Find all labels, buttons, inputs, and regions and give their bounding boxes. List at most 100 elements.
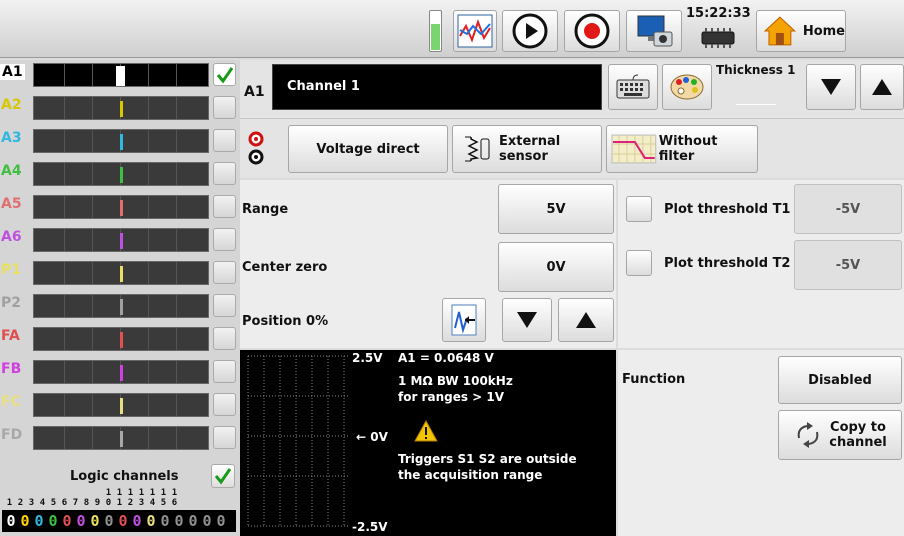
trace-gridline xyxy=(148,64,149,86)
position-down-button[interactable] xyxy=(502,298,552,342)
trace-gridline xyxy=(64,64,65,86)
channel-trace[interactable] xyxy=(33,261,209,285)
channel-row-p1[interactable]: P1 xyxy=(0,258,240,287)
channel-trace[interactable] xyxy=(33,393,209,417)
play-icon xyxy=(512,13,548,49)
position-up-button[interactable] xyxy=(558,298,614,342)
channel-label: FB xyxy=(1,361,22,377)
channel-row-fc[interactable]: FC xyxy=(0,390,240,419)
channel-enable-checkbox[interactable] xyxy=(213,129,236,152)
channel-enable-checkbox[interactable] xyxy=(213,228,236,251)
screenshot-button[interactable] xyxy=(626,10,682,52)
channel-row-fd[interactable]: FD xyxy=(0,423,240,452)
logic-index-units: 5 xyxy=(160,498,167,508)
logic-bit: 0 xyxy=(34,512,44,530)
scale-zero: ← 0V xyxy=(356,430,388,444)
channel-level-marker xyxy=(120,266,123,282)
record-button[interactable] xyxy=(564,10,620,52)
channel-row-p2[interactable]: P2 xyxy=(0,291,240,320)
function-panel: Function Disabled Copy to channel xyxy=(618,350,904,536)
function-value-button[interactable]: Disabled xyxy=(778,356,902,404)
channel-enable-checkbox[interactable] xyxy=(213,261,236,284)
logic-index-units: 0 xyxy=(105,498,112,508)
trace-gridline xyxy=(176,394,177,416)
scale-top: 2.5V xyxy=(352,351,383,365)
logic-index-units: 6 xyxy=(61,498,68,508)
clock-area: 15:22:33 xyxy=(686,4,751,54)
channel-enable-checkbox[interactable] xyxy=(213,96,236,119)
color-palette-button[interactable] xyxy=(662,64,712,110)
checkmark-icon xyxy=(216,66,233,83)
trace-gridline xyxy=(64,295,65,317)
thickness-up-button[interactable] xyxy=(860,64,904,110)
channel-trace[interactable] xyxy=(33,228,209,252)
channel-trace[interactable] xyxy=(33,195,209,219)
channel-row-a1[interactable]: A1 xyxy=(0,60,240,89)
play-button[interactable] xyxy=(502,10,558,52)
channel-level-marker xyxy=(120,431,123,447)
channel-trace[interactable] xyxy=(33,129,209,153)
channel-level-marker xyxy=(120,398,123,414)
channel-enable-checkbox[interactable] xyxy=(213,426,236,449)
channel-row-a4[interactable]: A4 xyxy=(0,159,240,188)
position-reset-button[interactable] xyxy=(442,298,486,342)
trace-gridline xyxy=(64,196,65,218)
channel-trace[interactable] xyxy=(33,294,209,318)
trace-gridline xyxy=(148,196,149,218)
thickness-preview-line xyxy=(736,104,776,105)
trace-gridline xyxy=(64,229,65,251)
home-label: Home xyxy=(802,23,845,39)
channel-trace[interactable] xyxy=(33,360,209,384)
threshold-t1-checkbox[interactable] xyxy=(626,196,652,222)
channel-enable-checkbox[interactable] xyxy=(213,162,236,185)
channel-trace[interactable] xyxy=(33,162,209,186)
trigger-warning-1: Triggers S1 S2 are outside xyxy=(398,452,577,466)
logic-index-tens: 1 xyxy=(127,488,134,498)
keyboard-button[interactable] xyxy=(608,64,658,110)
logic-checkbox[interactable] xyxy=(211,464,235,488)
logic-index-units: 8 xyxy=(83,498,90,508)
channel-trace[interactable] xyxy=(33,96,209,120)
logic-bit: 0 xyxy=(132,512,142,530)
channel-row-a3[interactable]: A3 xyxy=(0,126,240,155)
logic-index-units: 6 xyxy=(171,498,178,508)
channel-trace[interactable] xyxy=(33,63,209,87)
scale-bottom: -2.5V xyxy=(352,520,388,534)
channel-label: FD xyxy=(1,427,23,443)
channel-row-a6[interactable]: A6 xyxy=(0,225,240,254)
channel-level-marker xyxy=(120,101,123,117)
position-label: Position 0% xyxy=(242,314,329,329)
chart-view-button[interactable] xyxy=(453,10,497,52)
external-sensor-button[interactable]: External sensor xyxy=(452,125,602,173)
center-zero-value-button[interactable]: 0V xyxy=(498,242,614,292)
channel-enable-checkbox[interactable] xyxy=(213,195,236,218)
trace-gridline xyxy=(148,130,149,152)
channel-row-fa[interactable]: FA xyxy=(0,324,240,353)
trace-gridline xyxy=(64,427,65,449)
threshold-t2-checkbox[interactable] xyxy=(626,250,652,276)
channel-name-field[interactable]: Channel 1 xyxy=(272,64,602,110)
copy-to-channel-button[interactable]: Copy to channel xyxy=(778,410,902,460)
channel-trace[interactable] xyxy=(33,426,209,450)
channel-row-a2[interactable]: A2 xyxy=(0,93,240,122)
voltage-direct-button[interactable]: Voltage direct xyxy=(288,125,448,173)
channel-row-fb[interactable]: FB xyxy=(0,357,240,386)
channel-row-a5[interactable]: A5 xyxy=(0,192,240,221)
external-sensor-label: External sensor xyxy=(499,134,560,164)
range-value-button[interactable]: 5V xyxy=(498,184,614,234)
channel-trace[interactable] xyxy=(33,327,209,351)
thickness-down-button[interactable] xyxy=(806,64,856,110)
channel-label: FC xyxy=(1,394,21,410)
filter-button[interactable]: Without filter xyxy=(606,125,758,173)
home-button[interactable]: Home xyxy=(756,10,846,52)
channel-enable-checkbox[interactable] xyxy=(213,360,236,383)
channel-enable-checkbox[interactable] xyxy=(213,327,236,350)
channel-enable-checkbox[interactable] xyxy=(213,63,236,86)
channel-level-marker xyxy=(120,332,123,348)
logic-index-units: 1 xyxy=(6,498,13,508)
logic-index-bottom: 1234567890123456 xyxy=(4,498,180,508)
palette-icon xyxy=(670,74,704,100)
channel-enable-checkbox[interactable] xyxy=(213,393,236,416)
channel-enable-checkbox[interactable] xyxy=(213,294,236,317)
logic-index-units: 4 xyxy=(39,498,46,508)
